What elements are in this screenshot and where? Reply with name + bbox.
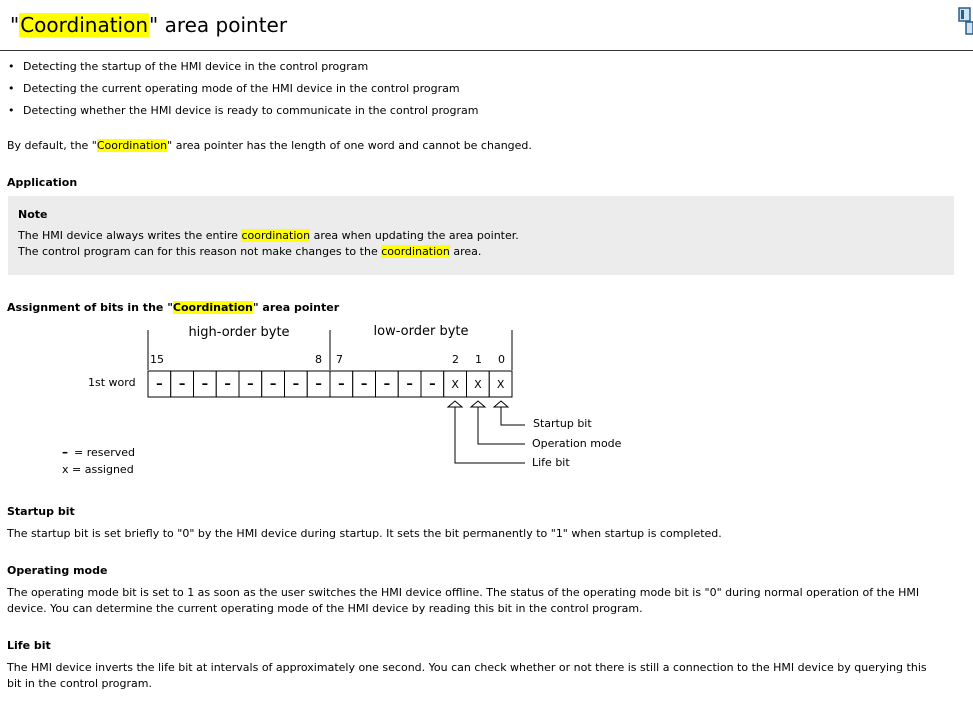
assignment-heading: Assignment of bits in the "Coordination"… — [7, 301, 339, 314]
assignment-heading-highlight: Coordination — [172, 301, 253, 314]
bit-cell-value: X — [497, 378, 505, 391]
bit-cell-value: – — [338, 377, 345, 392]
bullet-text: Detecting the startup of the HMI device … — [23, 60, 369, 73]
title-highlight: Coordination — [19, 13, 150, 37]
note-heading: Note — [18, 208, 48, 221]
bit-assignment-diagram: high-order byte low-order byte 15 8 7 2 … — [62, 324, 622, 476]
bit-cell-value: – — [247, 377, 254, 392]
life-bit-text-1: The HMI device inverts the life bit at i… — [7, 661, 927, 674]
note-line-2: The control program can for this reason … — [18, 244, 944, 260]
note-line-1-post: area when updating the area pointer. — [310, 229, 519, 242]
bullet-dot: • — [8, 82, 15, 95]
note-line-2-highlight: coordination — [381, 245, 450, 258]
bit-cell-value: – — [156, 377, 163, 392]
bit-label-15: 15 — [150, 353, 164, 366]
note-line-2-pre: The control program can for this reason … — [18, 245, 382, 258]
bullet-dot: • — [8, 60, 15, 73]
default-text-pre: By default, the " — [7, 139, 97, 152]
legend-reserved-symbol: – — [62, 445, 68, 459]
bit-cell-value: X — [451, 378, 459, 391]
bit-cell-value: – — [293, 377, 300, 392]
page-title: "Coordination" area pointer — [10, 11, 287, 39]
operating-mode-text-1: The operating mode bit is set to 1 as so… — [7, 586, 920, 599]
title-rest: " area pointer — [149, 13, 288, 37]
bit-label-2: 2 — [452, 353, 459, 366]
bit-cell-value: – — [315, 377, 322, 392]
operation-mode-label: Operation mode — [532, 437, 622, 450]
assignment-heading-post: " area pointer — [252, 301, 340, 314]
note-line-1-highlight: coordination — [241, 229, 311, 242]
operating-mode-text-2: device. You can determine the current op… — [7, 602, 643, 615]
word-label: 1st word — [88, 376, 136, 389]
bit-cells: – – – – – – – – – – – – – X X X — [147, 370, 513, 398]
bit-label-0: 0 — [498, 353, 505, 366]
note-line-1: The HMI device always writes the entire … — [18, 228, 944, 244]
life-bit-label: Life bit — [532, 456, 570, 469]
life-bit-heading: Life bit — [7, 639, 51, 652]
title-divider — [0, 50, 973, 51]
life-bit-arrow — [446, 400, 464, 408]
bit-label-8: 8 — [315, 353, 322, 366]
default-text-post: " area pointer has the length of one wor… — [167, 139, 532, 152]
high-order-byte-label: high-order byte — [188, 325, 289, 340]
bullet-item: • Detecting the startup of the HMI device… — [8, 60, 479, 82]
operating-mode-heading: Operating mode — [7, 564, 108, 577]
note-line-2-post: area. — [449, 245, 482, 258]
bit-label-7: 7 — [336, 353, 343, 366]
title-quote-open: " — [10, 13, 20, 37]
note-line-1-pre: The HMI device always writes the entire — [18, 229, 242, 242]
bullet-list: • Detecting the startup of the HMI device… — [8, 60, 479, 126]
application-heading: Application — [7, 176, 78, 189]
bullet-dot: • — [8, 104, 15, 117]
bit-cell-value: – — [202, 377, 209, 392]
bullet-item: • Detecting whether the HMI device is rea… — [8, 104, 479, 126]
bit-cell-value: – — [179, 377, 186, 392]
bit-label-1: 1 — [475, 353, 482, 366]
life-bit-leader — [454, 407, 525, 464]
assignment-heading-pre: Assignment of bits in the " — [7, 301, 173, 314]
startup-bit-leader — [500, 407, 525, 426]
startup-bit-label: Startup bit — [533, 417, 592, 430]
default-text-highlight: Coordination — [96, 139, 168, 152]
bit-cell-value: – — [384, 377, 391, 392]
window-corner-icon[interactable] — [957, 7, 973, 35]
bit-cell-value: – — [361, 377, 368, 392]
startup-bit-heading: Startup bit — [7, 505, 75, 518]
bit-cell-value: – — [429, 377, 436, 392]
bullet-text: Detecting the current operating mode of … — [23, 82, 460, 95]
bit-cell-value: – — [406, 377, 413, 392]
startup-bit-text: The startup bit is set briefly to "0" by… — [7, 527, 722, 540]
low-order-byte-label: low-order byte — [374, 324, 469, 339]
bullet-item: • Detecting the current operating mode of… — [8, 82, 479, 104]
life-bit-text-2: bit in the control program. — [7, 677, 152, 690]
operation-mode-arrow — [469, 400, 487, 408]
note-box: Note The HMI device always writes the en… — [8, 196, 954, 275]
bullet-text: Detecting whether the HMI device is read… — [23, 104, 479, 117]
legend-reserved: = reserved — [74, 446, 135, 459]
bit-cell-value: – — [224, 377, 231, 392]
legend-assigned: x = assigned — [62, 463, 134, 476]
bit-cell-value: – — [270, 377, 277, 392]
default-length-paragraph: By default, the "Coordination" area poin… — [7, 138, 532, 154]
arrow-heads — [446, 400, 510, 408]
bit-cell-value: X — [474, 378, 482, 391]
startup-bit-arrow — [492, 400, 510, 408]
